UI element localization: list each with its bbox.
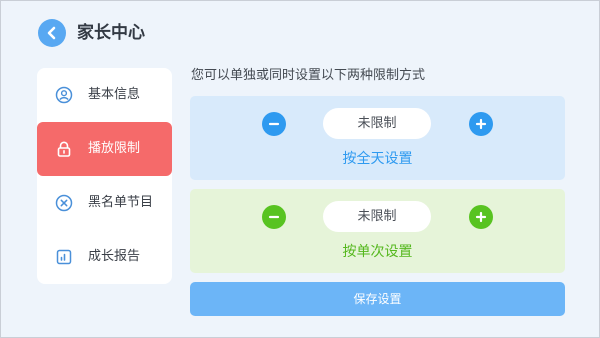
session-limit-label: 按单次设置 [342,244,413,260]
user-icon [55,86,73,104]
daily-limit-label: 按全天设置 [342,151,413,167]
parent-center-screen: 家长中心 基本信息 播放限制 黑名单节目 成长报告 您可以单独或同时设置以下两种… [0,0,600,338]
instruction-text: 您可以单独或同时设置以下两种限制方式 [191,68,426,83]
save-settings-button[interactable]: 保存设置 [190,282,565,316]
daily-increase-button[interactable] [469,112,493,136]
sidebar: 基本信息 播放限制 黑名单节目 成长报告 [37,68,172,284]
daily-limit-panel: 未限制 按全天设置 [190,96,565,180]
minus-icon [268,215,280,219]
lock-icon [57,141,71,157]
sidebar-item-growth-report[interactable]: 成长报告 [37,230,172,284]
sidebar-item-basic-info[interactable]: 基本信息 [37,68,172,122]
session-decrease-button[interactable] [262,205,286,229]
plus-icon [475,118,487,130]
daily-limit-value: 未限制 [323,108,431,139]
sidebar-item-label: 播放限制 [88,141,141,156]
sidebar-item-playback-limit[interactable]: 播放限制 [37,122,172,176]
block-icon [55,194,73,212]
session-increase-button[interactable] [469,205,493,229]
sidebar-item-label: 基本信息 [88,87,141,102]
session-limit-value: 未限制 [323,201,431,232]
minus-icon [268,122,280,126]
daily-decrease-button[interactable] [262,112,286,136]
sidebar-item-label: 黑名单节目 [88,195,154,210]
plus-icon [475,211,487,223]
chart-icon [56,249,72,265]
back-button[interactable] [38,19,66,47]
sidebar-item-blacklist[interactable]: 黑名单节目 [37,176,172,230]
chevron-left-icon [47,26,56,40]
page-title: 家长中心 [77,23,145,43]
sidebar-item-label: 成长报告 [88,249,141,264]
session-limit-panel: 未限制 按单次设置 [190,189,565,273]
